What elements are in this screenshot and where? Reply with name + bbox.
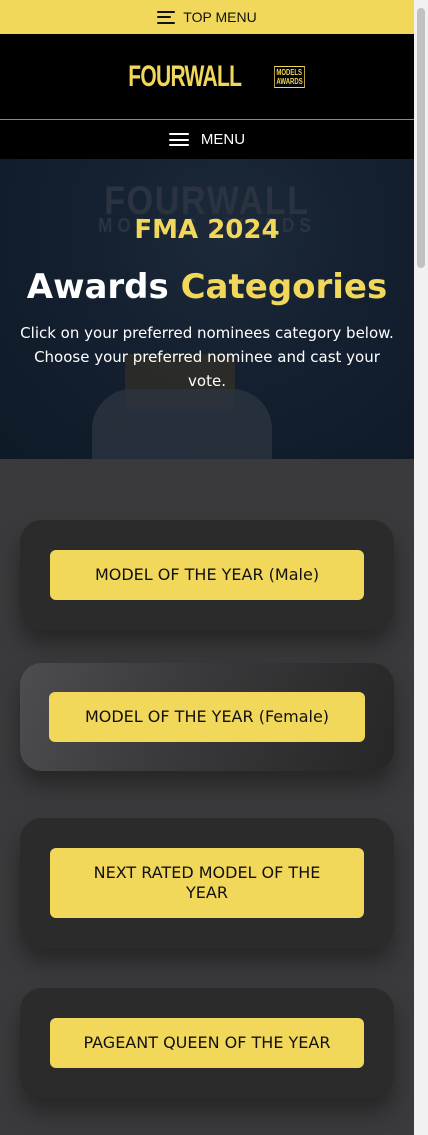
category-button-next-rated-model[interactable]: NEXT RATED MODEL OF THE YEAR xyxy=(50,848,364,918)
category-card: MODEL OF THE YEAR (Female) xyxy=(20,663,394,771)
page-title: Awards Categories xyxy=(26,267,388,307)
category-button-pageant-queen[interactable]: PAGEANT QUEEN OF THE YEAR xyxy=(50,1018,364,1068)
scrollbar[interactable] xyxy=(414,0,428,1135)
categories-list: MODEL OF THE YEAR (Male) MODEL OF THE YE… xyxy=(0,459,414,1098)
trophy-base-image xyxy=(92,389,272,459)
scrollbar-thumb[interactable] xyxy=(417,8,425,268)
main-menu-toggle[interactable]: MENU xyxy=(0,120,414,159)
category-card: NEXT RATED MODEL OF THE YEAR xyxy=(20,818,394,948)
hero-eyebrow: FMA 2024 xyxy=(134,215,280,245)
hamburger-icon xyxy=(157,10,176,24)
category-card: MODEL OF THE YEAR (Male) xyxy=(20,520,394,630)
logo-wordmark: FOURWALL xyxy=(128,59,242,93)
top-menu-bar[interactable]: TOP MENU xyxy=(0,0,414,34)
page: TOP MENU FOURWALL MODELS AWARDS MENU FOU… xyxy=(0,0,414,1135)
hero-description: Click on your preferred nominees categor… xyxy=(20,324,394,390)
menu-label: MENU xyxy=(200,131,246,148)
category-button-model-male[interactable]: MODEL OF THE YEAR (Male) xyxy=(50,550,364,600)
hamburger-icon xyxy=(168,133,189,146)
hero-banner: FOURWALL MODELS AWARDS FMA 2024 Awards C… xyxy=(0,159,414,459)
category-button-model-female[interactable]: MODEL OF THE YEAR (Female) xyxy=(49,692,365,742)
top-menu-label: TOP MENU xyxy=(183,9,257,25)
header-logo-bar: FOURWALL MODELS AWARDS xyxy=(0,34,414,120)
site-logo[interactable]: FOURWALL MODELS AWARDS xyxy=(104,59,310,93)
category-card: PAGEANT QUEEN OF THE YEAR xyxy=(20,988,394,1098)
logo-subtitle: MODELS AWARDS xyxy=(273,65,305,88)
